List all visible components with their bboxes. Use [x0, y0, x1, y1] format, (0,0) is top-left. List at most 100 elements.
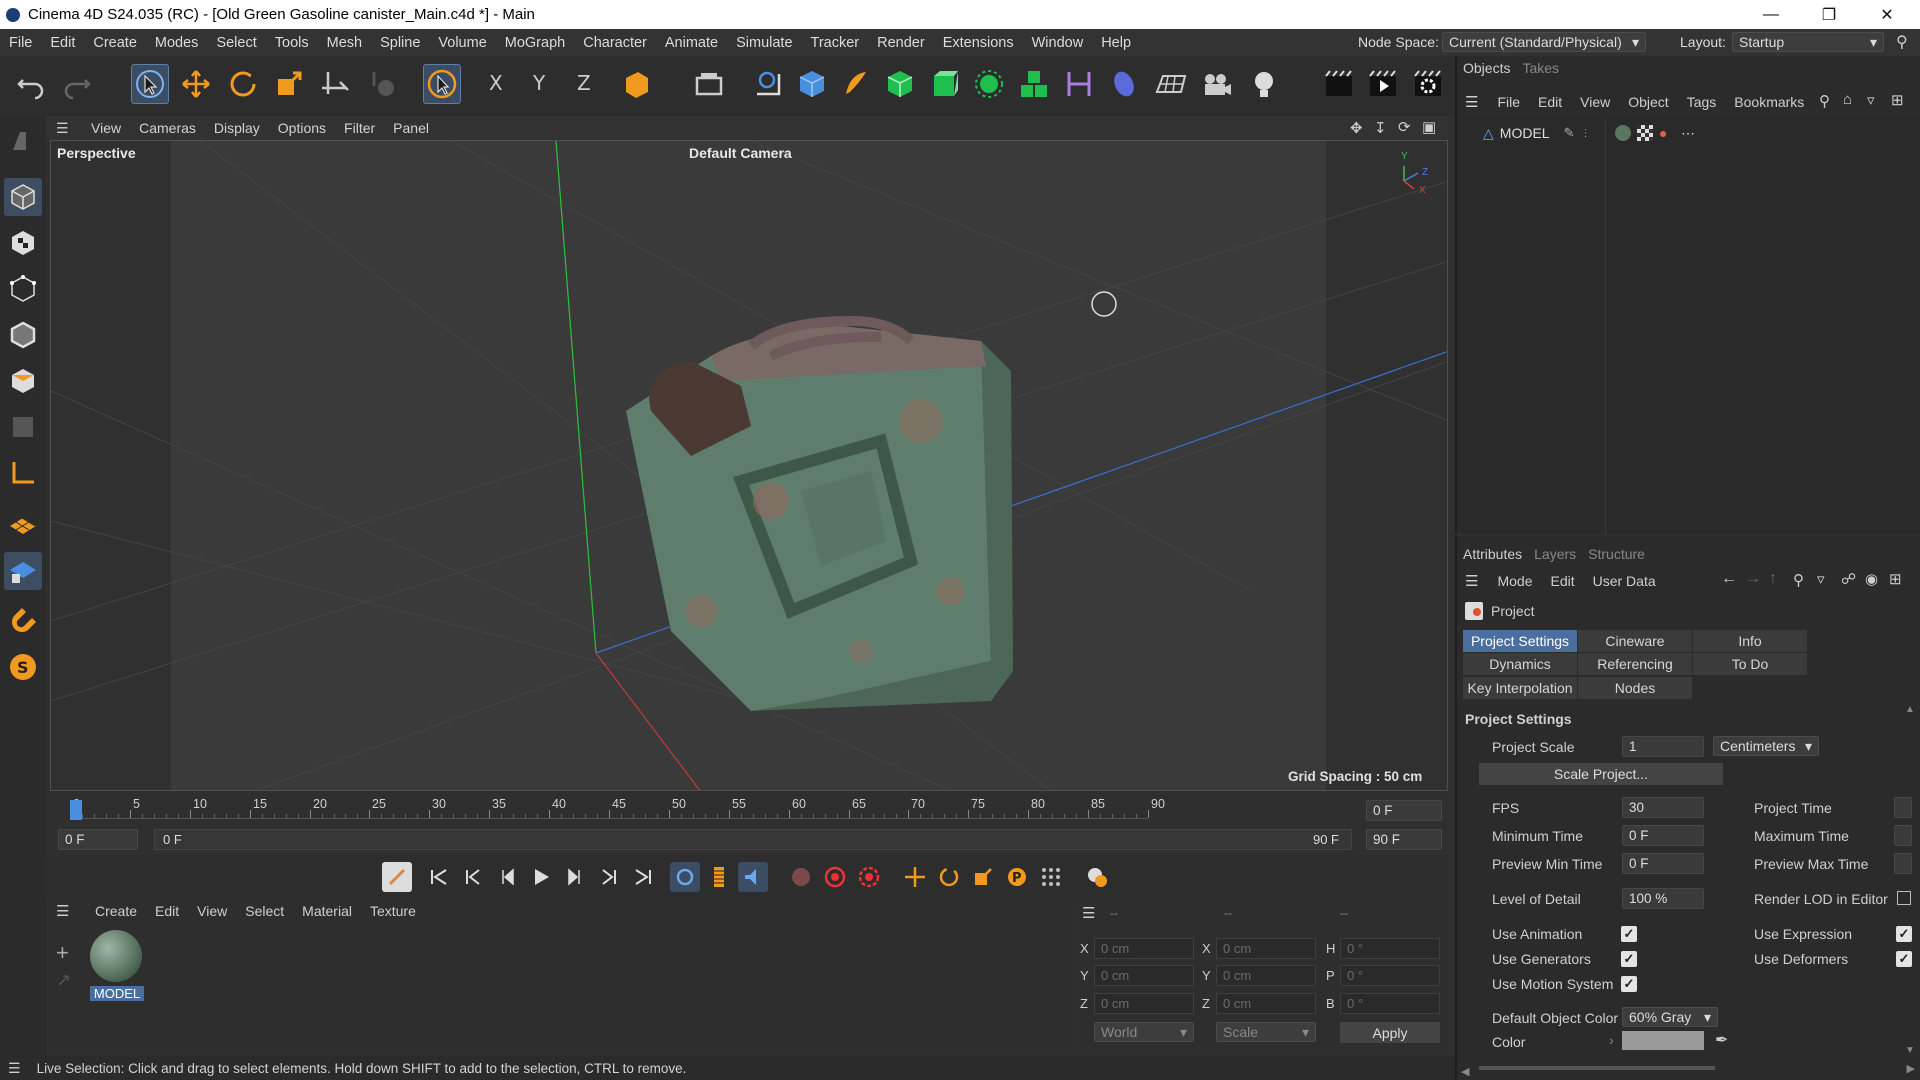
project-scale-unit-select[interactable]: Centimeters ▾ — [1713, 736, 1819, 756]
film-icon[interactable] — [704, 862, 734, 892]
key-parameter-icon[interactable]: P — [1002, 862, 1032, 892]
previous-key-icon[interactable] — [458, 862, 488, 892]
add-icon[interactable]: + — [56, 940, 69, 966]
key-position-icon[interactable] — [900, 862, 930, 892]
attr-menu-edit[interactable]: Edit — [1541, 573, 1583, 589]
menu-tools[interactable]: Tools — [266, 35, 318, 51]
snap-grid-icon[interactable] — [4, 506, 42, 544]
tab-info[interactable]: Info — [1693, 630, 1807, 652]
rotate-view-icon[interactable]: ⟳ — [1398, 118, 1411, 136]
axis-icon[interactable] — [423, 64, 461, 104]
use-animation-checkbox[interactable]: ✓ — [1621, 926, 1637, 942]
arrow-icon[interactable]: ↗ — [56, 970, 71, 991]
menu-tracker[interactable]: Tracker — [802, 35, 869, 51]
lod-field[interactable]: 100 % — [1622, 888, 1704, 909]
timeline-ruler[interactable]: 051015202530354045505560657075808590 — [70, 797, 1165, 819]
coord-size-x-field[interactable]: 0 cm — [1216, 938, 1316, 959]
attr-menu-user-data[interactable]: User Data — [1584, 573, 1665, 589]
min-time-field[interactable]: 0 F — [1622, 825, 1704, 846]
magnet-icon[interactable] — [4, 602, 42, 640]
menu-spline[interactable]: Spline — [371, 35, 429, 51]
lock-x-axis-icon[interactable]: X — [482, 64, 520, 104]
move-icon[interactable] — [177, 64, 215, 104]
uv-mode-icon[interactable] — [4, 408, 42, 446]
node-space-select[interactable]: Current (Standard/Physical) ▾ — [1442, 32, 1646, 52]
preview-min-time-field[interactable]: 0 F — [1622, 853, 1704, 874]
playhead[interactable] — [70, 800, 82, 820]
objects-menu-view[interactable]: View — [1571, 94, 1619, 110]
uvw-tag-icon[interactable]: ⋯ — [1681, 125, 1697, 141]
timeline-settings-icon[interactable] — [1082, 862, 1112, 892]
minimize-icon[interactable]: — — [1742, 0, 1800, 29]
eyedropper-icon[interactable]: ✒ — [1715, 1030, 1728, 1050]
material-menu-material[interactable]: Material — [293, 903, 361, 919]
apply-button[interactable]: Apply — [1340, 1022, 1440, 1043]
floor-icon[interactable] — [1152, 64, 1190, 104]
menu-modes[interactable]: Modes — [146, 35, 208, 51]
menu-edit[interactable]: Edit — [41, 35, 84, 51]
fps-field[interactable]: 30 — [1622, 797, 1704, 818]
render-to-picture-viewer-icon[interactable] — [1364, 64, 1402, 104]
search-icon[interactable]: ⚲ — [1819, 92, 1830, 110]
coord-mode-select[interactable]: World ▾ — [1094, 1022, 1194, 1042]
timeline[interactable]: 051015202530354045505560657075808590 0 F… — [46, 793, 1448, 855]
current-frame-field[interactable]: 0 F — [1366, 800, 1442, 821]
scroll-down-icon[interactable]: ▼ — [1905, 1045, 1915, 1056]
loop-icon[interactable] — [670, 862, 700, 892]
objects-menu-file[interactable]: File — [1488, 94, 1529, 110]
project-scale-field[interactable]: 1 — [1622, 736, 1704, 757]
lock-z-axis-icon[interactable]: Z — [570, 64, 608, 104]
camera-icon[interactable] — [1198, 64, 1236, 104]
go-to-end-icon[interactable] — [628, 862, 658, 892]
default-color-select[interactable]: 60% Gray ▾ — [1622, 1007, 1718, 1027]
tab-nodes[interactable]: Nodes — [1578, 677, 1692, 699]
model-mode-icon[interactable] — [4, 178, 42, 216]
cloner-icon[interactable] — [970, 64, 1008, 104]
field-icon[interactable] — [1105, 64, 1143, 104]
make-editable-icon[interactable] — [4, 122, 42, 160]
zoom-view-icon[interactable]: ↧ — [1374, 119, 1387, 137]
viewport-menu-options[interactable]: Options — [269, 120, 335, 136]
coord-pos-z-field[interactable]: 0 cm — [1094, 993, 1194, 1014]
subdivision-icon[interactable] — [881, 64, 919, 104]
coord-size-z-field[interactable]: 0 cm — [1216, 993, 1316, 1014]
objects-menu-tags[interactable]: Tags — [1678, 94, 1726, 110]
menu-character[interactable]: Character — [574, 35, 656, 51]
snap-enable-icon[interactable] — [4, 552, 42, 590]
tab-cineware[interactable]: Cineware — [1578, 630, 1692, 652]
coord-scale-select[interactable]: Scale ▾ — [1216, 1022, 1316, 1042]
render-settings-icon[interactable] — [1409, 64, 1447, 104]
restore-icon[interactable]: ❐ — [1800, 0, 1858, 29]
texture-tag-icon[interactable] — [1637, 125, 1653, 141]
coordinate-system-icon[interactable] — [617, 64, 655, 104]
start-frame-field[interactable]: 0 F — [58, 829, 138, 850]
autokey-icon[interactable] — [854, 862, 884, 892]
new-window-icon[interactable]: ⊞ — [1889, 570, 1902, 588]
hamburger-icon[interactable]: ☰ — [1082, 904, 1095, 922]
objects-menu-object[interactable]: Object — [1619, 94, 1677, 110]
tab-takes[interactable]: Takes — [1516, 60, 1565, 76]
viewport-menu-panel[interactable]: Panel — [384, 120, 438, 136]
hamburger-icon[interactable]: ☰ — [8, 1060, 21, 1077]
end-frame-field[interactable]: 90 F — [1366, 829, 1442, 850]
viewport-menu-filter[interactable]: Filter — [335, 120, 384, 136]
key-scale-icon[interactable] — [968, 862, 998, 892]
edit-toggle-icon[interactable]: ✎ — [1564, 125, 1575, 141]
up-arrow-icon[interactable]: ↑ — [1769, 570, 1777, 588]
menu-file[interactable]: File — [0, 35, 41, 51]
motion-record-icon[interactable] — [786, 862, 816, 892]
material-menu-select[interactable]: Select — [236, 903, 293, 919]
visibility-dots-icon[interactable]: ⋮ — [1580, 128, 1590, 139]
transform-icon[interactable] — [317, 64, 355, 104]
preview-range-slider[interactable]: 0 F 90 F — [154, 829, 1352, 850]
texture-mode-icon[interactable] — [4, 224, 42, 262]
menu-window[interactable]: Window — [1023, 35, 1093, 51]
layout-select[interactable]: Startup ▾ — [1732, 32, 1884, 52]
attr-hscrollbar[interactable]: ◀ ▶ — [1461, 1062, 1915, 1078]
coord-size-y-field[interactable]: 0 cm — [1216, 965, 1316, 986]
menu-select[interactable]: Select — [207, 35, 265, 51]
record-icon[interactable] — [820, 862, 850, 892]
extrude-icon[interactable] — [925, 64, 963, 104]
cube-icon[interactable] — [793, 64, 831, 104]
key-point-level-icon[interactable] — [1036, 862, 1066, 892]
